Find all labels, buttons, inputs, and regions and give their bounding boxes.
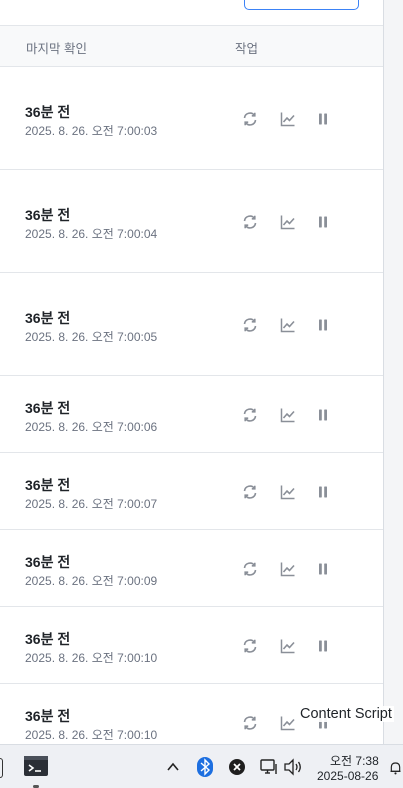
top-action-button[interactable] [244,0,359,10]
refresh-button[interactable] [240,315,260,335]
chevron-up-icon[interactable] [164,758,182,776]
chart-button[interactable] [278,405,298,425]
pause-icon [317,318,329,332]
chart-icon [280,715,296,731]
chart-button[interactable] [278,713,298,733]
chart-button[interactable] [278,315,298,335]
refresh-button[interactable] [240,405,260,425]
last-checked-timestamp: 2025. 8. 26. 오전 7:00:10 [25,651,158,665]
bluetooth-icon[interactable] [195,757,215,777]
chart-button[interactable] [278,212,298,232]
clock-time[interactable]: 오전 7:38 [330,752,379,769]
table-row: 36분 전 2025. 8. 26. 오전 7:00:09 [0,530,383,607]
table-row: 36분 전 2025. 8. 26. 오전 7:00:10 [0,607,383,684]
last-checked-timestamp: 2025. 8. 26. 오전 7:00:04 [25,227,158,241]
pause-icon [317,112,329,126]
pause-icon [317,562,329,576]
refresh-icon [242,111,258,127]
refresh-icon [242,317,258,333]
chart-icon [280,638,296,654]
taskbar: 오전 7:38 2025-08-26 [0,744,403,788]
pause-icon [317,639,329,653]
last-checked-relative: 36분 전 [25,554,71,570]
chart-button[interactable] [278,109,298,129]
pause-button[interactable] [313,405,333,425]
chart-button[interactable] [278,559,298,579]
tooltip: Content Script [298,706,394,722]
terminal-icon[interactable] [24,754,48,778]
pause-icon [317,215,329,229]
table-row: 36분 전 2025. 8. 26. 오전 7:00:05 [0,273,383,376]
last-checked-timestamp: 2025. 8. 26. 오전 7:00:10 [25,728,158,742]
table-row: 36분 전 2025. 8. 26. 오전 7:00:03 [0,67,383,170]
last-checked-timestamp: 2025. 8. 26. 오전 7:00:07 [25,497,158,511]
refresh-button[interactable] [240,636,260,656]
refresh-button[interactable] [240,482,260,502]
refresh-button[interactable] [240,713,260,733]
clock-date[interactable]: 2025-08-26 [317,769,378,783]
last-checked-relative: 36분 전 [25,400,71,416]
refresh-icon [242,638,258,654]
chart-icon [280,484,296,500]
last-checked-relative: 36분 전 [25,104,71,120]
refresh-button[interactable] [240,212,260,232]
chart-icon [280,214,296,230]
last-checked-timestamp: 2025. 8. 26. 오전 7:00:03 [25,124,158,138]
column-header-actions: 작업 [235,42,259,56]
last-checked-relative: 36분 전 [25,310,71,326]
column-header-last-checked: 마지막 확인 [26,42,87,56]
chart-icon [280,111,296,127]
close-circle-icon[interactable] [227,757,247,777]
table-row: 36분 전 2025. 8. 26. 오전 7:00:06 [0,376,383,453]
table-header: 마지막 확인 작업 [0,26,383,67]
chart-icon [280,407,296,423]
last-checked-timestamp: 2025. 8. 26. 오전 7:00:06 [25,420,158,434]
pause-button[interactable] [313,315,333,335]
table-row: 36분 전 2025. 8. 26. 오전 7:00:04 [0,170,383,273]
refresh-icon [242,214,258,230]
chart-icon [280,561,296,577]
last-checked-relative: 36분 전 [25,708,71,724]
last-checked-relative: 36분 전 [25,631,71,647]
table-row: 36분 전 2025. 8. 26. 오전 7:00:07 [0,453,383,530]
refresh-icon [242,484,258,500]
last-checked-relative: 36분 전 [25,477,71,493]
pause-icon [317,485,329,499]
refresh-icon [242,561,258,577]
chart-button[interactable] [278,482,298,502]
network-icon[interactable] [259,757,279,777]
last-checked-timestamp: 2025. 8. 26. 오전 7:00:05 [25,330,158,344]
refresh-icon [242,715,258,731]
chart-button[interactable] [278,636,298,656]
pause-button[interactable] [313,636,333,656]
last-checked-relative: 36분 전 [25,207,71,223]
pause-icon [317,408,329,422]
pause-button[interactable] [313,109,333,129]
monitor-panel: 마지막 확인 작업 36분 전 2025. 8. 26. 오전 7:00:03 36… [0,0,384,744]
pause-button[interactable] [313,559,333,579]
notification-icon[interactable] [388,759,403,777]
refresh-button[interactable] [240,109,260,129]
chart-icon [280,317,296,333]
refresh-icon [242,407,258,423]
scroll-gutter [384,0,403,744]
pause-button[interactable] [313,212,333,232]
refresh-button[interactable] [240,559,260,579]
volume-icon[interactable] [283,757,303,777]
pause-button[interactable] [313,482,333,502]
last-checked-timestamp: 2025. 8. 26. 오전 7:00:09 [25,574,158,588]
taskbar-window-edge[interactable] [0,758,3,778]
